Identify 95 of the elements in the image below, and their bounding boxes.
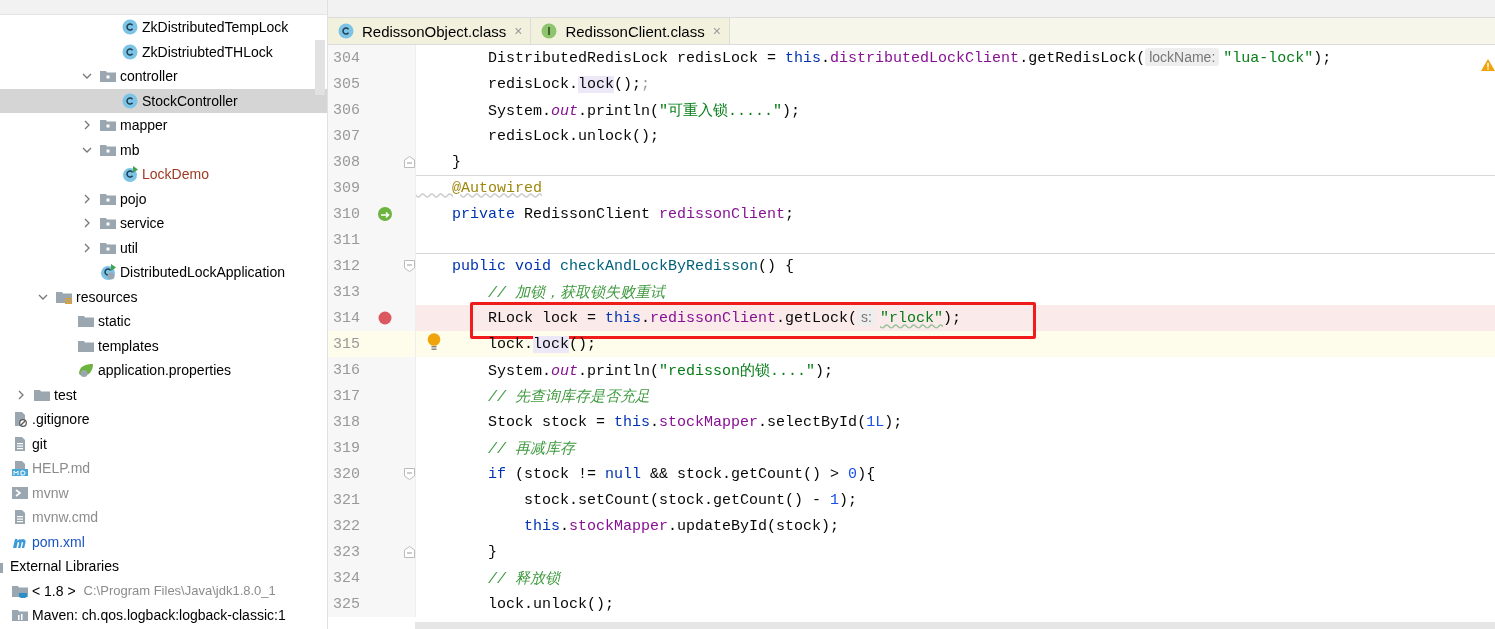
class-icon — [122, 92, 138, 109]
code-line: // 再减库存 — [487, 439, 576, 458]
code-line: redisLock.lock();; — [487, 75, 651, 93]
code-line: lock.unlock(); — [487, 595, 615, 613]
folder-icon — [100, 68, 116, 85]
code-line: System.out.println("redisson的锁...."); — [487, 361, 834, 380]
line-number: 324 — [332, 569, 361, 587]
code-line: Stock stock = this.stockMapper.selectById(1L); — [487, 413, 903, 431]
library-icon — [12, 607, 28, 624]
code-line: } — [451, 153, 461, 171]
tree-item[interactable]: controller — [0, 64, 327, 89]
line-number: 311 — [332, 231, 361, 249]
tree-item[interactable]: application.properties — [0, 358, 327, 383]
line-number: 304 — [332, 49, 361, 67]
folder-icon — [100, 215, 116, 232]
chevron-icon[interactable] — [16, 389, 26, 400]
code-line: public void checkAndLockByRedisson() { — [451, 257, 795, 275]
tree-item[interactable]: < 1.8 > C:\Program Files\Java\jdk1.8.0_1 — [0, 578, 327, 603]
code-line: // 加锁，获取锁失败重试 — [487, 283, 666, 302]
line-number: 318 — [332, 413, 361, 431]
tree-item[interactable]: Maven: ch.qos.logback:logback-classic:1 — [0, 603, 327, 628]
line-number: 314 — [332, 309, 361, 327]
class-icon — [122, 19, 138, 36]
tree-item[interactable]: pojo — [0, 186, 327, 211]
code-line: System.out.println("可重入锁....."); — [487, 101, 801, 120]
line-number: 317 — [332, 387, 361, 405]
folder-icon — [78, 313, 94, 330]
line-number: 325 — [332, 595, 361, 613]
line-number: 308 — [332, 153, 361, 171]
tree-item[interactable]: StockController — [0, 88, 327, 113]
line-number: 310 — [332, 205, 361, 223]
line-number: 309 — [332, 179, 361, 197]
tree-item[interactable]: LockDemo — [0, 162, 327, 187]
tree-item[interactable]: mapper — [0, 113, 327, 138]
tree-item[interactable]: git — [0, 431, 327, 456]
tree-item[interactable]: ZkDistriubtedTHLock — [0, 39, 327, 64]
class-icon — [122, 166, 138, 183]
chevron-icon[interactable] — [82, 193, 92, 204]
chevron-icon[interactable] — [82, 242, 92, 253]
class-icon — [338, 23, 354, 39]
class-icon — [122, 43, 138, 60]
tree-item[interactable]: mb — [0, 137, 327, 162]
line-number: 320 — [332, 465, 361, 483]
editor-tab[interactable]: RedissonObject.class × — [328, 18, 532, 44]
tree-item[interactable]: mvnw — [0, 480, 327, 505]
code-line: private RedissonClient redissonClient; — [451, 205, 795, 223]
tree-item[interactable]: .gitignore — [0, 407, 327, 432]
class-icon — [100, 264, 116, 281]
code-line: @Autowired — [451, 179, 543, 197]
line-number: 313 — [332, 283, 361, 301]
interface-icon — [541, 23, 558, 39]
file-icon — [12, 435, 28, 452]
code-line: } — [487, 543, 497, 561]
tree-item[interactable]: ZkDistributedTempLock — [0, 15, 327, 40]
tree-item[interactable]: service — [0, 211, 327, 236]
line-number: 322 — [332, 517, 361, 535]
code-line: redisLock.unlock(); — [487, 127, 660, 145]
markdown-file-icon — [12, 460, 28, 477]
code-line: // 先查询库存是否充足 — [487, 387, 651, 406]
line-number: 312 — [332, 257, 361, 275]
leaf-icon — [78, 362, 94, 379]
code-line: DistributedRedisLock redisLock = this.distributedLockClient.getRedisLock( lockName: "lua-lock"); — [487, 49, 1332, 67]
tree-item[interactable]: static — [0, 309, 327, 334]
tree-item[interactable]: templates — [0, 333, 327, 358]
chevron-icon[interactable] — [82, 218, 92, 229]
file-icon — [12, 509, 28, 526]
chevron-icon[interactable] — [82, 120, 92, 131]
line-number: 305 — [332, 75, 361, 93]
bean-icon — [377, 206, 393, 222]
tree-item[interactable]: test — [0, 382, 327, 407]
code-line: // 释放锁 — [487, 569, 561, 588]
tree-item[interactable]: DistributedLockApplication — [0, 260, 327, 285]
terminal-icon — [12, 484, 28, 501]
line-number: 321 — [332, 491, 361, 509]
line-number: 315 — [332, 335, 361, 353]
tree-item[interactable]: pom.xml — [0, 529, 327, 554]
folder-icon — [100, 117, 116, 134]
code-line: this.stockMapper.updateById(stock); — [523, 517, 840, 535]
code-line: RLock lock = this.redissonClient.getLock( s: "rlock"); — [487, 309, 962, 327]
tree-item[interactable]: util — [0, 235, 327, 260]
line-number: 306 — [332, 101, 361, 119]
breakpoint-icon — [378, 311, 392, 325]
line-number: 307 — [332, 127, 361, 145]
line-number: 319 — [332, 439, 361, 457]
tree-item[interactable]: resources — [0, 284, 327, 309]
code-line: if (stock != null && stock.getCount() > 0){ — [487, 465, 876, 483]
tree-item[interactable]: External Libraries — [0, 554, 327, 579]
code-line: lock.lock(); — [487, 335, 597, 353]
line-number: 323 — [332, 543, 361, 561]
scrollbar-thumb[interactable] — [315, 40, 325, 95]
editor-tab[interactable]: RedissonClient.class × — [531, 18, 730, 44]
lightbulb-icon — [427, 333, 441, 351]
line-number: 316 — [332, 361, 361, 379]
file-icon — [12, 411, 28, 428]
code-line: stock.setCount(stock.getCount() - 1); — [523, 491, 858, 509]
